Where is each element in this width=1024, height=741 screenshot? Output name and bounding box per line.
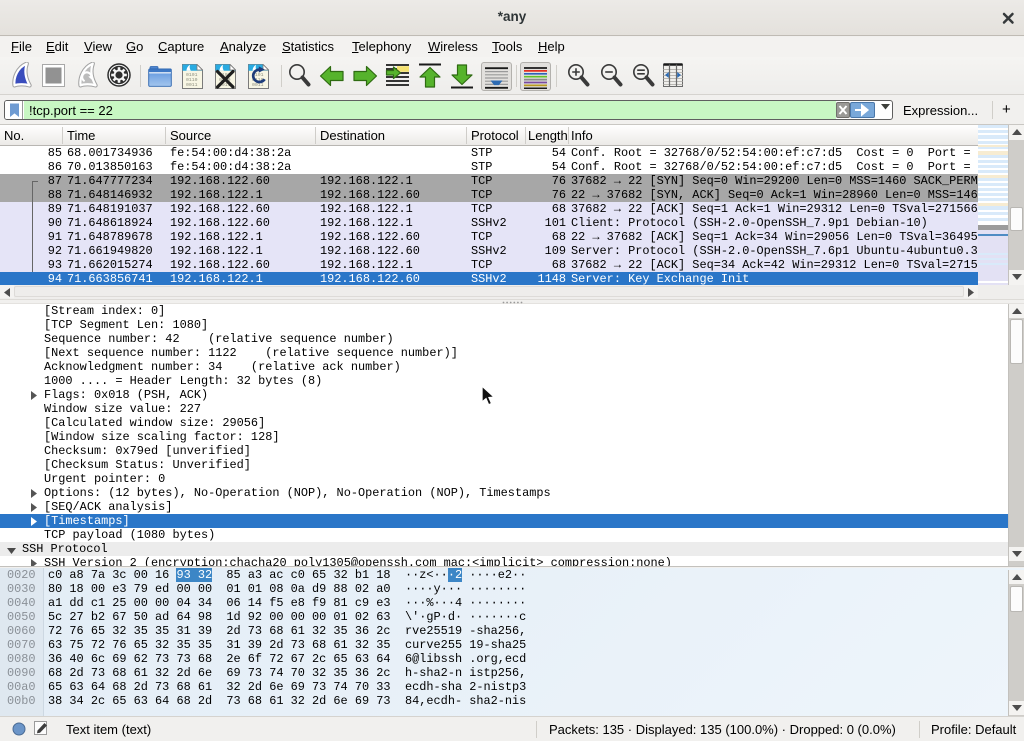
svg-text:0011: 0011 [186, 82, 198, 88]
